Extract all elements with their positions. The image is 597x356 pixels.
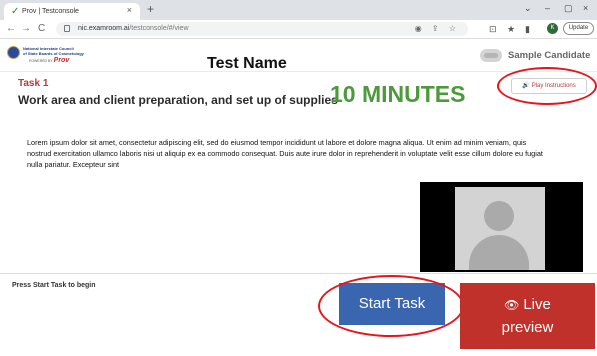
candidate-name: Sample Candidate bbox=[508, 50, 591, 61]
person-placeholder-head bbox=[484, 201, 514, 231]
url-text[interactable]: nic.examroom.ai/testconsole/#/view bbox=[78, 24, 189, 34]
reload-button[interactable]: C bbox=[38, 23, 45, 35]
camera-placeholder bbox=[455, 187, 545, 270]
nic-logo: National Interstate Council of State Boa… bbox=[7, 45, 107, 67]
tab-search-icon[interactable]: ⌄ bbox=[524, 3, 532, 14]
maximize-button[interactable]: ▢ bbox=[564, 3, 573, 14]
browser-toolbar: ← → C nic.examroom.ai/testconsole/#/view… bbox=[0, 20, 597, 39]
extension-icon[interactable]: ⊡ bbox=[489, 23, 497, 35]
live-label: Live bbox=[523, 296, 551, 313]
browser-tab-strip: ✓ Prov | Testconsole × + ⌄ – ▢ × bbox=[0, 0, 597, 20]
candidate-avatar bbox=[480, 49, 502, 62]
close-window-button[interactable]: × bbox=[583, 3, 588, 14]
minimize-button[interactable]: – bbox=[545, 3, 550, 14]
logo-powered-by: POWERED BY Prov bbox=[29, 57, 70, 64]
seal-icon bbox=[7, 46, 20, 59]
start-task-button[interactable]: Start Task bbox=[339, 283, 445, 325]
url-path: /testconsole/#/view bbox=[129, 25, 189, 32]
side-panel-icon[interactable]: ▮ bbox=[525, 23, 530, 35]
app-header: National Interstate Council of State Boa… bbox=[0, 40, 597, 72]
update-button[interactable]: Update bbox=[563, 22, 594, 35]
tab-title: Prov | Testconsole bbox=[22, 8, 79, 15]
webcam-preview bbox=[420, 182, 583, 272]
url-host: nic.examroom.ai bbox=[78, 25, 130, 32]
live-preview-line-1: 👁 Live bbox=[460, 294, 595, 316]
logo-line-2: of State Boards of Cosmetology bbox=[23, 51, 84, 56]
app-root: ✓ Prov | Testconsole × + ⌄ – ▢ × ← → C n… bbox=[0, 0, 597, 356]
play-instructions-button[interactable]: 🔊 Play Instructions bbox=[511, 78, 587, 94]
task-description: Lorem ipsum dolor sit amet, consectetur … bbox=[27, 138, 543, 169]
forward-button[interactable]: → bbox=[21, 23, 31, 35]
browser-tab[interactable]: ✓ Prov | Testconsole × bbox=[4, 3, 140, 20]
powered-by-text: POWERED BY bbox=[29, 59, 53, 63]
profile-avatar[interactable]: K bbox=[547, 23, 558, 34]
live-preview-line-2: preview bbox=[501, 319, 554, 336]
extensions-puzzle-icon[interactable]: ★ bbox=[507, 23, 515, 35]
person-placeholder-body bbox=[469, 235, 529, 270]
task-title: Work area and client preparation, and se… bbox=[18, 93, 338, 107]
task-timer: 10 MINUTES bbox=[330, 81, 466, 107]
omnibox-action-icons[interactable]: ◉ ⇪ ☆ bbox=[415, 23, 460, 34]
candidate-avatar-inner bbox=[484, 53, 498, 58]
task-label: Task 1 bbox=[18, 78, 49, 89]
prov-brand: Prov bbox=[53, 57, 70, 64]
lock-icon bbox=[64, 25, 70, 32]
live-preview-button[interactable]: 👁 Live preview bbox=[460, 283, 595, 349]
close-tab-icon[interactable]: × bbox=[127, 5, 132, 16]
check-icon: ✓ bbox=[11, 6, 20, 17]
press-start-hint: Press Start Task to begin bbox=[12, 282, 96, 289]
address-bar[interactable]: nic.examroom.ai/testconsole/#/view ◉ ⇪ ☆ bbox=[56, 22, 468, 36]
play-instructions-label: Play Instructions bbox=[531, 83, 576, 89]
test-name-title: Test Name bbox=[207, 55, 287, 72]
back-button[interactable]: ← bbox=[6, 23, 16, 35]
new-tab-button[interactable]: + bbox=[147, 3, 154, 16]
speaker-icon: 🔊 bbox=[522, 83, 530, 89]
eye-slash-icon: 👁 bbox=[504, 298, 520, 312]
